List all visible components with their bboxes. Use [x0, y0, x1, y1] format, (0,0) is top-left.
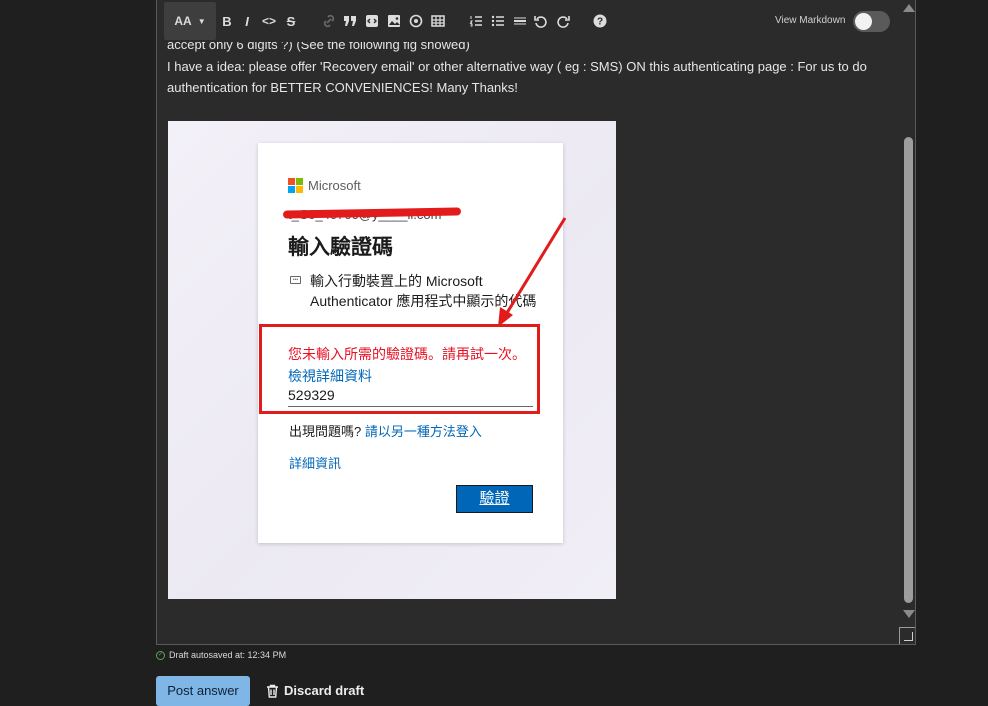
redo-icon[interactable] [553, 11, 573, 31]
horizontal-rule-icon[interactable] [510, 11, 530, 31]
scrollbar-thumb[interactable] [904, 137, 913, 603]
idea-paragraph: I have a idea: please offer 'Recovery em… [167, 59, 867, 95]
bold-button[interactable]: B [217, 11, 237, 31]
check-circle-icon: ✓ [156, 650, 165, 660]
card-title: 輸入驗證碼 [288, 236, 393, 259]
help-icon[interactable]: ? [590, 11, 610, 31]
vertical-scrollbar[interactable] [899, 0, 915, 644]
annotation-box [259, 324, 540, 414]
verify-button: 驗證 [456, 485, 533, 513]
snippet-icon[interactable] [406, 11, 426, 31]
view-markdown-label: View Markdown [775, 15, 846, 26]
resize-handle[interactable] [899, 627, 915, 644]
embedded-screenshot: Microsoft t_C0_40700@y____il.com 輸入驗證碼 •… [168, 121, 616, 599]
scroll-up-arrow-icon[interactable] [903, 4, 915, 12]
image-icon[interactable] [384, 11, 404, 31]
microsoft-logo: Microsoft [288, 178, 361, 193]
microsoft-squares-icon [288, 178, 303, 193]
code-button[interactable]: <> [259, 11, 279, 31]
autosave-text: Draft autosaved at: 12:34 PM [169, 650, 287, 660]
answer-editor[interactable]: AA ▼ B I <> S ? View Markdown accept onl… [156, 0, 916, 645]
other-method-link: 請以另一種方法登入 [364, 424, 482, 439]
italic-button[interactable]: I [237, 11, 257, 31]
scroll-down-arrow-icon[interactable] [903, 610, 915, 618]
help-prefix: 出現問題嗎? [289, 424, 365, 439]
discard-label: Discard draft [284, 683, 365, 698]
view-markdown-toggle[interactable] [853, 11, 890, 32]
svg-text:?: ? [597, 17, 603, 28]
code-block-icon[interactable] [362, 11, 382, 31]
more-info-link: 詳細資訊 [289, 456, 342, 471]
strikethrough-button[interactable]: S [281, 11, 301, 31]
post-answer-button[interactable]: Post answer [156, 676, 250, 706]
autosave-status: ✓ Draft autosaved at: 12:34 PM [156, 650, 286, 660]
card-description: 輸入行動裝置上的 Microsoft Authenticator 應用程式中顯示… [310, 273, 537, 309]
editor-content[interactable]: accept only 6 digits ?) (See the followi… [167, 34, 897, 98]
blockquote-icon[interactable] [340, 11, 360, 31]
trash-icon [267, 684, 278, 698]
text-size-label: AA [174, 14, 192, 28]
toggle-knob [855, 13, 872, 30]
bulleted-list-icon[interactable] [488, 11, 508, 31]
table-icon[interactable] [428, 11, 448, 31]
discard-draft-button[interactable]: Discard draft [266, 683, 364, 698]
chevron-down-icon: ▼ [197, 16, 206, 26]
message-icon: ••• [290, 276, 301, 284]
link-icon[interactable] [319, 11, 339, 31]
brand-name: Microsoft [308, 178, 361, 193]
numbered-list-icon[interactable] [466, 11, 486, 31]
undo-icon[interactable] [531, 11, 551, 31]
text-size-button[interactable]: AA ▼ [164, 2, 216, 40]
editor-toolbar: AA ▼ B I <> S ? View Markdown [157, 0, 899, 42]
help-line: 出現問題嗎? 請以另一種方法登入 [289, 421, 482, 440]
